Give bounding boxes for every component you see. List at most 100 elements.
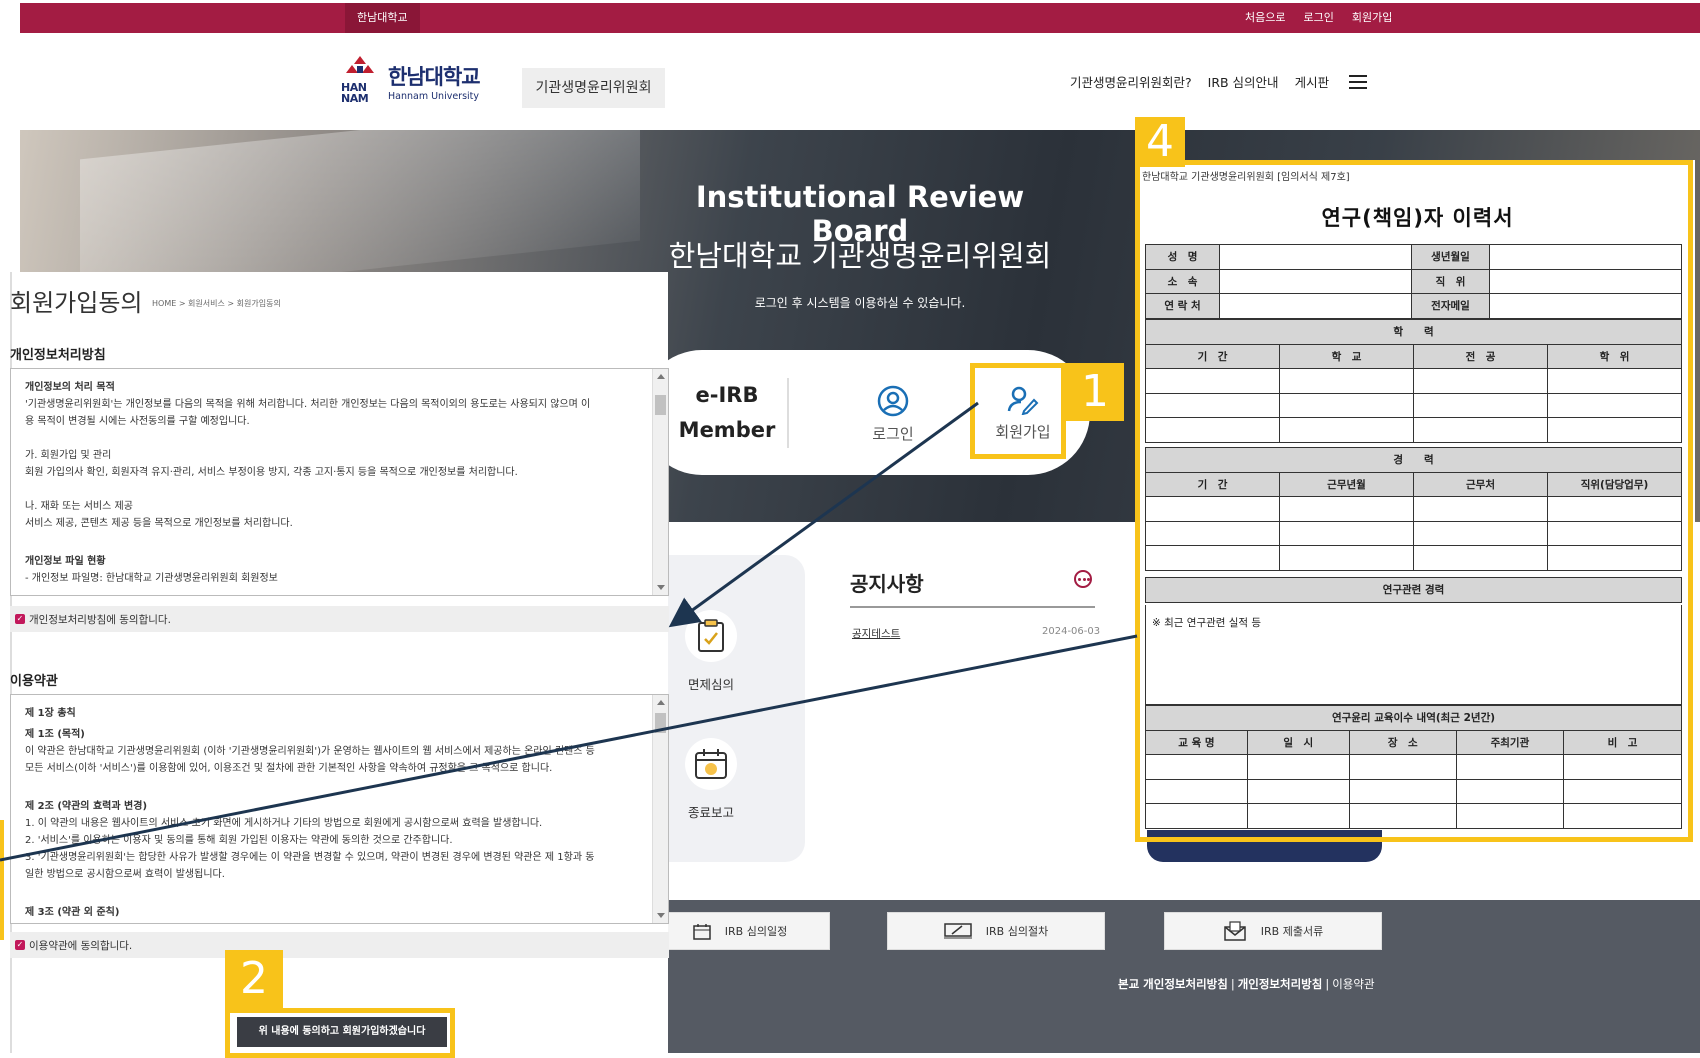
logo-mark: HAN NAM: [340, 56, 380, 106]
footer-btn-label: IRB 제출서류: [1260, 925, 1324, 938]
university-logo[interactable]: HAN NAM 한남대학교 Hannam University: [340, 55, 510, 107]
footer-link-univ-privacy[interactable]: 본교 개인정보처리방침: [1118, 977, 1228, 991]
clipboard-check-icon: [698, 619, 724, 652]
top-bar: 한남대학교 처음으로 로그인 회원가입: [20, 3, 1700, 33]
callout-number-2: 2: [225, 950, 283, 1008]
scroll-down-icon[interactable]: [657, 585, 665, 590]
scroll-up-icon[interactable]: [657, 700, 665, 705]
callout-number-1: 1: [1066, 363, 1124, 421]
member-label-line1: e-IRB: [695, 383, 759, 407]
side-item-label: 종료보고: [687, 805, 734, 820]
callout-number-4: 4: [1135, 117, 1185, 167]
member-label: e-IRB Member: [672, 378, 782, 447]
calendar-icon: [695, 749, 727, 779]
login-label: 로그인: [872, 425, 914, 443]
text-line: 개인정보 파일 현황: [25, 556, 106, 567]
text-line: 일한 방법으로 공시함으로써 효력이 발생됩니다.: [25, 869, 225, 880]
topbar-link-home[interactable]: 처음으로: [1245, 3, 1285, 33]
login-button[interactable]: 로그인: [848, 385, 938, 444]
text-line: 모든 서비스(이하 '서비스')를 이용함에 있어, 이용조건 및 절차에 관한…: [25, 763, 553, 774]
notice-title: 공지사항: [850, 572, 924, 596]
terms-text: 제 1장 총칙제 1조 (목적) 이 약관은 한남대학교 기관생명윤리위원회 (이…: [11, 695, 668, 921]
notice-item-date: 2024-06-03: [1042, 626, 1101, 637]
callout-box-partial: [0, 820, 4, 940]
logo-english-name: Hannam University: [388, 90, 480, 102]
text-line: 1. 이 약관의 내용은 웹사이트의 서비스 초기 화면에 게시하거나 기타의 …: [25, 818, 543, 829]
text-line: 제 1장 총칙: [25, 708, 76, 719]
callout-box-2: [225, 1008, 455, 1058]
document-pen-icon: [943, 923, 972, 939]
text-line: [25, 777, 628, 794]
logo-emblem-icon: [346, 56, 374, 73]
text-line: 제 2조 (약관의 효력과 변경): [25, 801, 148, 812]
text-line: [25, 532, 628, 549]
footer-btn-schedule[interactable]: IRB 심의일정: [650, 912, 830, 950]
notice-divider: [850, 606, 1095, 608]
terms-text-box[interactable]: 제 1장 총칙제 1조 (목적) 이 약관은 한남대학교 기관생명윤리위원회 (이…: [10, 694, 669, 924]
callout-box-4: [1135, 160, 1693, 842]
text-line: [25, 481, 628, 498]
side-item-label: 면제심의: [687, 677, 734, 692]
topbar-home-link[interactable]: 한남대학교: [345, 3, 420, 33]
text-line: '기관생명윤리위원회'는 개인정보를 다음의 목적을 위해 처리합니다. 처리한…: [25, 399, 591, 410]
text-line: 개인정보의 처리 목적: [25, 382, 115, 393]
main-nav: 기관생명윤리위원회란? IRB 심의안내 게시판: [1070, 72, 1368, 91]
privacy-scrollbar[interactable]: [652, 369, 668, 595]
terms-agree-row[interactable]: ✓ 이용약관에 동의합니다.: [10, 932, 669, 958]
nav-about[interactable]: 기관생명윤리위원회란?: [1070, 72, 1192, 91]
calendar-icon: [693, 923, 711, 940]
footer-btn-procedure[interactable]: IRB 심의절차: [887, 912, 1105, 950]
privacy-text-box[interactable]: 개인정보의 처리 목적 '기관생명윤리위원회'는 개인정보를 다음의 목적을 위해…: [10, 368, 669, 596]
logo-korean-name: 한남대학교: [388, 64, 481, 89]
text-line: 2. '서비스'를 이용하는 이용자 및 동의를 통해 회원 가입된 이용자는 …: [25, 835, 453, 846]
text-line: [25, 430, 628, 447]
privacy-text: 개인정보의 처리 목적 '기관생명윤리위원회'는 개인정보를 다음의 목적을 위해…: [11, 369, 668, 587]
text-line: 나. 재화 또는 서비스 제공: [25, 501, 133, 512]
committee-badge[interactable]: 기관생명윤리위원회: [522, 68, 665, 108]
breadcrumb: HOME > 회원서비스 > 회원가입동의: [152, 299, 281, 308]
member-divider: [787, 378, 789, 448]
footer-link-terms[interactable]: 이용약관: [1332, 977, 1374, 991]
logo-mark-text: HAN NAM: [341, 81, 369, 105]
text-line: 이 약관은 한남대학교 기관생명윤리위원회 (이하 '기관생명윤리위원회')가 …: [25, 746, 595, 757]
text-line: 서비스 제공, 콘텐츠 제공 등을 목적으로 개인정보를 처리합니다.: [25, 518, 293, 529]
privacy-agree-checkbox[interactable]: ✓: [15, 614, 25, 624]
hamburger-menu-icon[interactable]: [1349, 74, 1368, 89]
scroll-up-icon[interactable]: [657, 374, 665, 379]
topbar-link-login[interactable]: 로그인: [1303, 3, 1333, 33]
footer-btn-label: IRB 심의절차: [985, 925, 1049, 938]
text-line: - 개인정보 파일명: 한남대학교 기관생명윤리위원회 회원정보: [25, 573, 278, 584]
text-line: 용 목적이 변경될 시에는 사전동의를 구할 예정입니다.: [25, 416, 250, 427]
mail-icon: [1224, 921, 1246, 941]
nav-board[interactable]: 게시판: [1295, 72, 1330, 91]
text-line: 제 3조 (약관 외 준칙): [25, 907, 120, 918]
text-line: 제 1조 (목적): [25, 729, 85, 740]
privacy-agree-row[interactable]: ✓ 개인정보처리방침에 동의합니다.: [10, 606, 669, 632]
terms-agree-label: 이용약관에 동의합니다.: [29, 939, 133, 952]
user-circle-icon: [877, 385, 909, 417]
privacy-agree-label: 개인정보처리방침에 동의합니다.: [29, 613, 171, 626]
privacy-section-title: 개인정보처리방침: [10, 348, 106, 363]
text-line: 회원 가입의사 확인, 회원자격 유지·관리, 서비스 부정이용 방지, 각종 …: [25, 467, 518, 478]
footer-btn-documents[interactable]: IRB 제출서류: [1164, 912, 1382, 950]
text-line: 가. 회원가입 및 관리: [25, 450, 112, 461]
scroll-down-icon[interactable]: [657, 913, 665, 918]
topbar-links: 처음으로 로그인 회원가입: [1245, 3, 1392, 33]
hero-note: 로그인 후 시스템을 이용하실 수 있습니다.: [754, 296, 966, 310]
terms-scrollbar[interactable]: [652, 695, 668, 923]
more-icon[interactable]: [1074, 570, 1092, 588]
terms-section-title: 이용약관: [10, 674, 58, 689]
nav-irb-guide[interactable]: IRB 심의안내: [1208, 72, 1279, 91]
notice-item-link[interactable]: 공지테스트: [852, 626, 900, 641]
member-label-line2: Member: [678, 417, 776, 442]
text-line: [25, 883, 628, 900]
side-item-exemption-review[interactable]: 면제심의: [656, 610, 766, 693]
topbar-link-signup[interactable]: 회원가입: [1352, 3, 1392, 33]
hero-subtitle: 한남대학교 기관생명윤리위원회: [668, 239, 1052, 273]
terms-agree-checkbox[interactable]: ✓: [15, 940, 25, 950]
footer-link-privacy[interactable]: 개인정보처리방침: [1238, 977, 1323, 991]
footer-btn-label: IRB 심의일정: [724, 925, 788, 938]
side-item-final-report[interactable]: 종료보고: [656, 738, 766, 821]
text-line: 3. '기관생명윤리위원회'는 합당한 사유가 발생할 경우에는 이 약관을 변…: [25, 852, 595, 863]
callout-box-1: [970, 363, 1066, 459]
